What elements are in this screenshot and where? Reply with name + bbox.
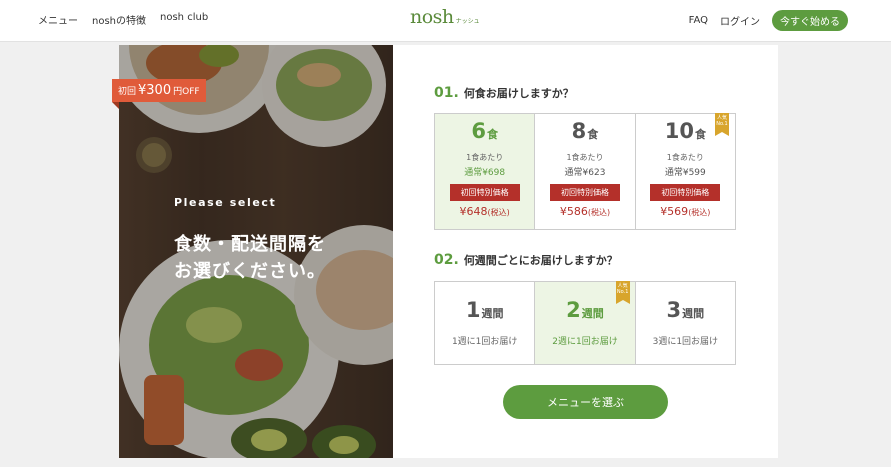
count-unit: 食 — [694, 128, 706, 141]
count-number: 6 — [471, 119, 486, 143]
nav-features-link[interactable]: noshの特徴 — [92, 12, 146, 27]
special-price-label: 初回特別価格 — [650, 184, 721, 201]
faq-link[interactable]: FAQ — [689, 15, 708, 26]
first-order-discount-badge: 初回 ¥300 円OFF — [112, 79, 206, 102]
first-order-price: ¥586(税込) — [535, 205, 634, 218]
price-value: ¥586 — [559, 205, 588, 218]
frequency-label: 2週に1回お届け — [552, 337, 618, 347]
headline-line-2: お選びください。 — [174, 261, 326, 282]
meal-count: 6 食 — [435, 119, 534, 146]
logo-text: nosh — [410, 6, 454, 28]
interval-option-2-weeks[interactable]: 人気No.1 2 週間 2週に1回お届け — [535, 281, 636, 364]
site-header: メニュー noshの特徴 nosh club nosh ナッシュ FAQ ログイ… — [0, 0, 891, 42]
meal-count: 8 食 — [535, 119, 634, 146]
badge-suffix: 円OFF — [173, 87, 200, 97]
count-unit: 週間 — [481, 307, 504, 320]
count-number: 8 — [571, 119, 587, 143]
nosh-logo[interactable]: nosh ナッシュ — [410, 8, 480, 27]
count-unit: 週間 — [581, 307, 604, 320]
login-link[interactable]: ログイン — [720, 13, 760, 28]
interval-count: 1 週間 — [435, 298, 534, 325]
main-nav: メニュー noshの特徴 nosh club — [38, 12, 208, 27]
price-value: ¥569 — [660, 205, 689, 218]
account-nav: FAQ ログイン 今すぐ始める — [689, 10, 848, 31]
popular-ribbon: 人気No.1 — [714, 113, 729, 136]
meal-option-6[interactable]: 6 食 1食あたり 通常¥698 初回特別価格 ¥648(税込) — [435, 114, 536, 229]
regular-price: 通常¥599 — [664, 168, 706, 178]
badge-prefix: 初回 — [118, 87, 137, 97]
count-number: 1 — [465, 298, 481, 322]
special-price-label: 初回特別価格 — [549, 184, 620, 201]
count-number: 3 — [666, 298, 682, 322]
count-number: 10 — [664, 119, 694, 143]
question-number: 01. — [434, 85, 459, 101]
start-now-button[interactable]: 今すぐ始める — [772, 10, 848, 31]
price-value: ¥648 — [459, 205, 488, 218]
regular-price: 通常¥698 — [464, 168, 506, 178]
select-menu-button[interactable]: メニューを選ぶ — [503, 385, 668, 419]
interval-count: 3 週間 — [636, 298, 735, 325]
please-select-text: Please select — [174, 196, 277, 209]
headline-line-1: 食数・配送間隔を — [174, 234, 326, 255]
nav-club-link[interactable]: nosh club — [160, 12, 208, 27]
frequency-label: 1週に1回お届け — [451, 337, 518, 347]
meal-option-8[interactable]: 8 食 1食あたり 通常¥623 初回特別価格 ¥586(税込) — [535, 114, 636, 229]
special-price-label: 初回特別価格 — [449, 184, 520, 201]
plan-selection-panel: 01. 何食お届けしますか？ 6 食 1食あたり 通常¥698 初回特別価格 ¥… — [393, 45, 778, 458]
logo-subtext: ナッシュ — [455, 18, 480, 25]
meal-count-options: 6 食 1食あたり 通常¥698 初回特別価格 ¥648(税込) 8 食 1食あ… — [434, 113, 736, 230]
delivery-interval-options: 1 週間 1週に1回お届け 人気No.1 2 週間 2週に1回お届け 3 週間 … — [434, 281, 736, 365]
first-order-price: ¥648(税込) — [435, 205, 534, 218]
delivery-interval-question: 02. 何週間ごとにお届けしますか？ — [434, 252, 618, 268]
meal-option-10[interactable]: 人気No.1 10 食 1食あたり 通常¥599 初回特別価格 ¥569(税込) — [635, 113, 735, 229]
tax-note: (税込) — [688, 208, 711, 217]
count-unit: 週間 — [682, 307, 705, 320]
nav-menu-link[interactable]: メニュー — [38, 12, 78, 27]
count-unit: 食 — [486, 128, 498, 141]
per-meal-label: 1食あたり — [466, 153, 504, 162]
meal-count-question: 01. 何食お届けしますか？ — [434, 85, 574, 101]
interval-option-3-weeks[interactable]: 3 週間 3週に1回お届け — [635, 282, 735, 364]
per-meal-label: 1食あたり — [566, 153, 604, 162]
question-number: 02. — [434, 252, 459, 268]
frequency-label: 3週に1回お届け — [652, 337, 719, 347]
tax-note: (税込) — [487, 208, 510, 217]
per-meal-label: 1食あたり — [666, 153, 704, 162]
interval-option-1-week[interactable]: 1 週間 1週に1回お届け — [435, 282, 536, 364]
first-order-price: ¥569(税込) — [636, 205, 735, 218]
tax-note: (税込) — [587, 208, 611, 217]
popular-ribbon: 人気No.1 — [615, 281, 630, 304]
badge-amount: ¥300 — [138, 83, 172, 98]
hero-headline: 食数・配送間隔を お選びください。 — [174, 231, 326, 285]
badge-fold — [112, 102, 119, 109]
question-text: 何食お届けしますか？ — [463, 87, 574, 100]
question-text: 何週間ごとにお届けしますか？ — [463, 254, 618, 267]
regular-price: 通常¥623 — [564, 168, 606, 178]
count-number: 2 — [566, 298, 581, 322]
count-unit: 食 — [587, 128, 599, 141]
hero-photo: Please select 食数・配送間隔を お選びください。 — [119, 45, 393, 458]
